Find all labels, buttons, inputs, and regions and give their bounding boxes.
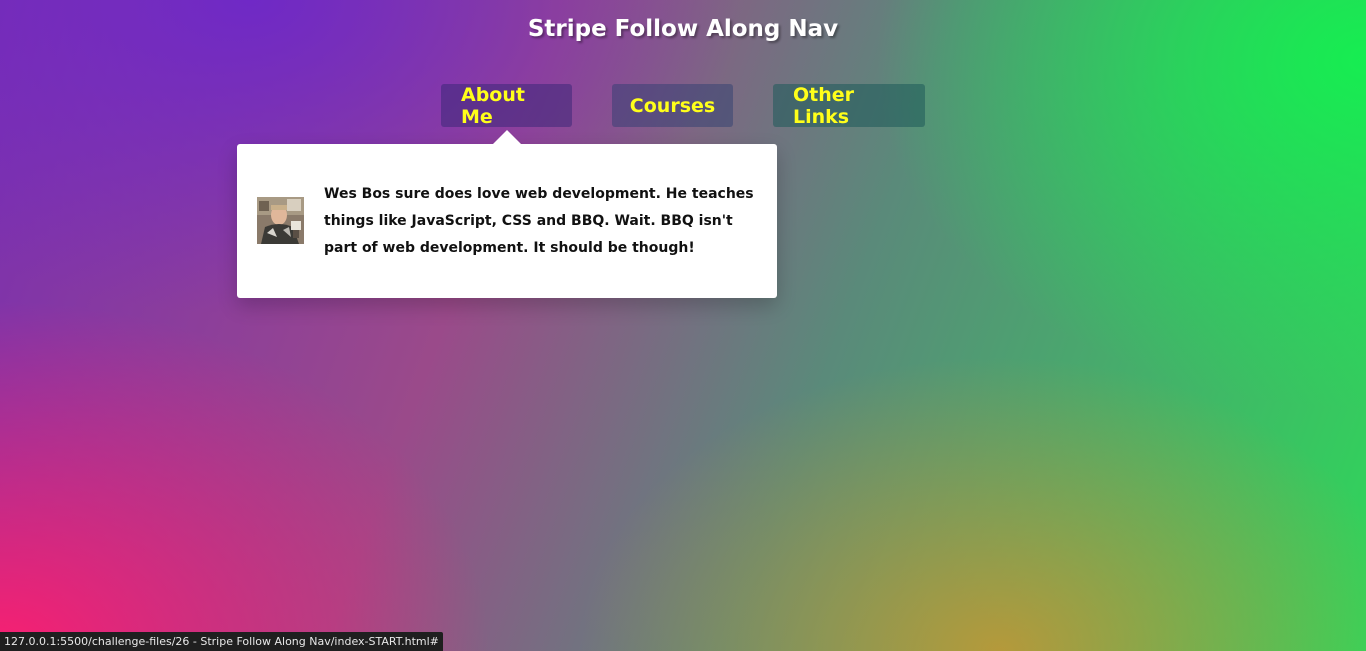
nav-item-about-me[interactable]: About Me bbox=[441, 84, 572, 128]
person-photo-icon bbox=[257, 197, 304, 244]
dropdown-panel: Wes Bos sure does love web development. … bbox=[237, 130, 777, 298]
nav-list: About Me Courses Other Links bbox=[0, 84, 1366, 128]
dropdown-arrow bbox=[493, 130, 521, 144]
browser-status-bar: 127.0.0.1:5500/challenge-files/26 - Stri… bbox=[0, 632, 443, 651]
nav-item-other-links[interactable]: Other Links bbox=[773, 84, 925, 128]
nav-item-courses[interactable]: Courses bbox=[612, 84, 733, 127]
bio-text: Wes Bos sure does love web development. … bbox=[324, 186, 754, 256]
page-title: Stripe Follow Along Nav bbox=[527, 16, 839, 42]
